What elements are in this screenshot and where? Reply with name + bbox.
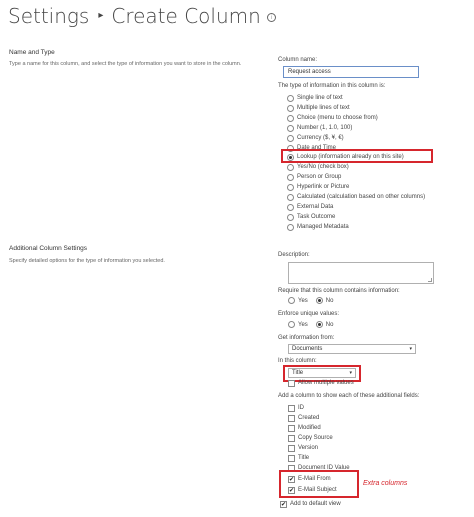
type-option-hyperlink[interactable]: Hyperlink or Picture: [287, 182, 349, 192]
radio-button[interactable]: [287, 94, 294, 102]
unique-label: Enforce unique values:: [278, 311, 340, 317]
require-yes-option[interactable]: Yes: [288, 297, 308, 304]
field-option-modified[interactable]: Modified: [288, 423, 321, 433]
column-name-input[interactable]: Request access: [283, 66, 419, 78]
field-option-version[interactable]: Version: [288, 443, 318, 453]
get-info-label: Get information from:: [278, 335, 335, 341]
name-type-section-description: Type a name for this column, and select …: [9, 61, 242, 67]
additional-section-description: Specify detailed options for the type of…: [9, 258, 165, 264]
chevron-down-icon: ▾: [409, 346, 412, 352]
type-option-task-outcome[interactable]: Task Outcome: [287, 212, 335, 222]
radio-button[interactable]: [287, 114, 294, 122]
type-option-calculated[interactable]: Calculated (calculation based on other c…: [287, 192, 425, 202]
in-column-select[interactable]: Title ▾: [288, 368, 356, 378]
field-option-email-from[interactable]: ✔ E-Mail From: [288, 474, 331, 484]
checkbox-checked[interactable]: ✔: [288, 475, 295, 483]
type-option-person-group[interactable]: Person or Group: [287, 172, 341, 182]
page-title: Create Column: [111, 4, 261, 28]
type-option-number[interactable]: Number (1, 1.0, 100): [287, 123, 352, 133]
type-option-lookup[interactable]: Lookup (information already on this site…: [287, 152, 404, 162]
add-default-view-option[interactable]: ✔ Add to default view: [280, 499, 341, 509]
radio-button[interactable]: [287, 134, 294, 142]
type-option-choice[interactable]: Choice (menu to choose from): [287, 113, 378, 123]
unique-no-option[interactable]: No: [315, 321, 333, 328]
radio-button[interactable]: [287, 104, 294, 112]
require-label: Require that this column contains inform…: [278, 288, 400, 294]
radio-button[interactable]: [287, 203, 294, 211]
checkbox[interactable]: [288, 454, 295, 462]
unique-yes-option[interactable]: Yes: [288, 321, 308, 328]
require-options: Yes No: [288, 297, 341, 304]
field-option-id[interactable]: ID: [288, 403, 304, 413]
extra-columns-annotation: Extra columns: [363, 480, 408, 487]
checkbox[interactable]: [288, 424, 295, 432]
additional-section-title: Additional Column Settings: [9, 245, 88, 252]
breadcrumb-settings-link[interactable]: Settings: [8, 4, 89, 28]
column-name-label: Column name:: [278, 57, 318, 63]
type-option-managed-metadata[interactable]: Managed Metadata: [287, 222, 349, 232]
radio-button[interactable]: [287, 163, 294, 171]
allow-multiple-option[interactable]: Allow multiple values: [288, 378, 354, 388]
add-column-label: Add a column to show each of these addit…: [278, 393, 420, 399]
get-info-select[interactable]: Documents ▾: [288, 344, 416, 354]
name-type-section-title: Name and Type: [9, 49, 55, 56]
checkbox-checked[interactable]: ✔: [288, 486, 295, 494]
radio-button-selected[interactable]: [315, 321, 323, 328]
field-option-created[interactable]: Created: [288, 413, 319, 423]
type-option-yes-no[interactable]: Yes/No (check box): [287, 162, 349, 172]
field-option-title[interactable]: Title: [288, 453, 309, 463]
radio-button[interactable]: [287, 173, 294, 181]
checkbox[interactable]: [288, 434, 295, 442]
chevron-down-icon: ▾: [349, 370, 352, 376]
radio-button[interactable]: [287, 193, 294, 201]
checkbox-checked[interactable]: ✔: [280, 500, 287, 508]
type-label: The type of information in this column i…: [278, 83, 386, 89]
radio-button[interactable]: [287, 213, 294, 221]
page-title-bar: Settings ▸ Create Column i: [8, 4, 276, 38]
radio-button[interactable]: [287, 124, 294, 132]
field-option-copy-source[interactable]: Copy Source: [288, 433, 333, 443]
require-no-option[interactable]: No: [315, 297, 333, 304]
description-label: Description:: [278, 252, 310, 258]
checkbox[interactable]: [288, 404, 295, 412]
in-column-label: In this column:: [278, 358, 317, 364]
radio-button[interactable]: [287, 223, 294, 231]
type-option-multiple-lines[interactable]: Multiple lines of text: [287, 103, 350, 113]
type-option-currency[interactable]: Currency ($, ¥, €): [287, 133, 344, 143]
checkbox[interactable]: [288, 444, 295, 452]
info-icon[interactable]: i: [266, 12, 276, 22]
unique-options: Yes No: [288, 321, 341, 328]
description-textarea[interactable]: [288, 262, 434, 284]
breadcrumb-separator-icon: ▸: [98, 9, 104, 21]
type-option-external-data[interactable]: External Data: [287, 202, 333, 212]
radio-button-selected[interactable]: [287, 153, 294, 161]
radio-button[interactable]: [288, 321, 295, 328]
radio-button[interactable]: [288, 297, 295, 304]
field-option-email-subject[interactable]: ✔ E-Mail Subject: [288, 485, 337, 495]
resize-handle-icon[interactable]: [428, 278, 432, 282]
checkbox[interactable]: [288, 414, 295, 422]
radio-button-selected[interactable]: [315, 297, 323, 304]
type-option-single-line[interactable]: Single line of text: [287, 93, 343, 103]
checkbox[interactable]: [288, 379, 295, 387]
radio-button[interactable]: [287, 183, 294, 191]
